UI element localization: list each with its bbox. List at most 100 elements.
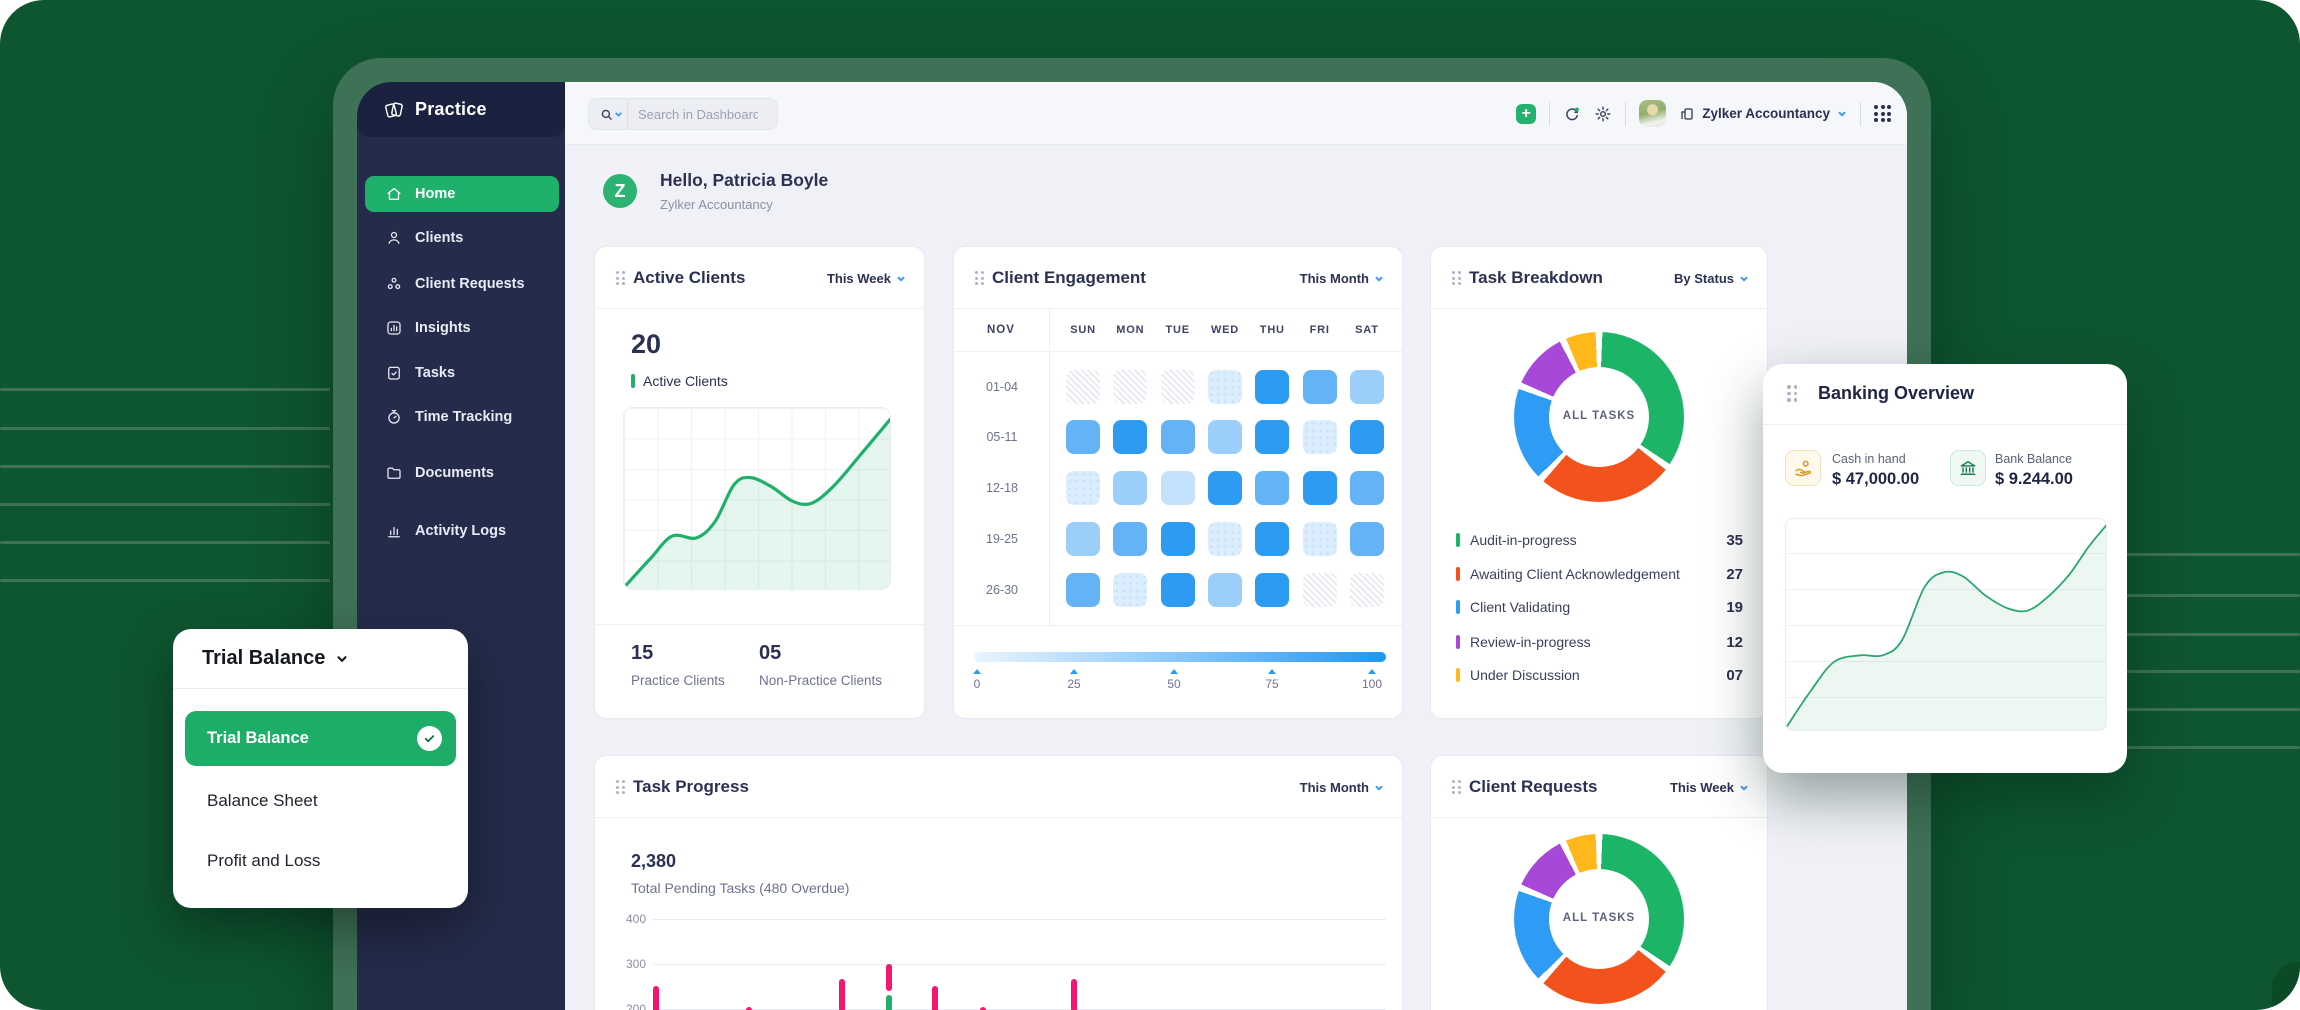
heatmap-cell[interactable] (1113, 573, 1147, 607)
heatmap-cell[interactable] (1350, 522, 1384, 556)
legend-marker (1456, 567, 1460, 581)
sidebar-item-home[interactable]: Home (365, 176, 559, 212)
sidebar-item-tasks[interactable]: Tasks (365, 355, 559, 391)
heatmap-cell[interactable] (1255, 573, 1289, 607)
bar-overdue (932, 986, 938, 1010)
report-dropdown: Trial Balance Trial Balance Balance Shee… (173, 629, 468, 908)
heatmap-cell[interactable] (1350, 420, 1384, 454)
heatmap-cell[interactable] (1303, 471, 1337, 505)
tablet-frame: Practice Home Clients Client Requests Insig… (333, 58, 1931, 1010)
sidebar-item-insights[interactable]: Insights (365, 310, 559, 346)
heatmap-cell[interactable] (1303, 370, 1337, 404)
sidebar-item-time-tracking[interactable]: Time Tracking (365, 399, 559, 435)
chevron-down-icon (1837, 109, 1847, 119)
drag-handle-icon[interactable] (1452, 271, 1461, 285)
heatmap-cell[interactable] (1255, 471, 1289, 505)
heatmap-cell[interactable] (1208, 471, 1242, 505)
org-switcher[interactable]: Zylker Accountancy (1679, 106, 1847, 122)
bar-overdue (839, 979, 845, 1010)
search-icon[interactable] (589, 107, 627, 122)
chevron-down-icon (335, 652, 349, 666)
heatmap-cell[interactable] (1208, 573, 1242, 607)
heatmap-cell[interactable] (1303, 573, 1337, 607)
active-clients-value: 20 (631, 329, 661, 360)
heatmap-cell[interactable] (1066, 573, 1100, 607)
legend-row: Under Discussion07 (1456, 662, 1743, 688)
heatmap-cell[interactable] (1066, 471, 1100, 505)
heatmap-cell[interactable] (1255, 370, 1289, 404)
dropdown-option-balance-sheet[interactable]: Balance Sheet (207, 791, 318, 811)
range-selector[interactable]: This Week (827, 271, 906, 286)
heatmap-cell[interactable] (1113, 522, 1147, 556)
heatmap-cell[interactable] (1161, 573, 1195, 607)
card-active-clients: Active Clients This Week 20 Active Clien… (594, 246, 925, 719)
heatmap-cell[interactable] (1350, 471, 1384, 505)
bank-balance-label: Bank Balance (1995, 452, 2072, 466)
heatmap-cell[interactable] (1255, 420, 1289, 454)
heatmap-cell[interactable] (1303, 522, 1337, 556)
drag-handle-icon[interactable] (1787, 385, 1797, 402)
range-selector[interactable]: This Week (1670, 780, 1749, 795)
report-dropdown-header[interactable]: Trial Balance (202, 647, 349, 670)
sidebar-item-clients[interactable]: Clients (365, 220, 559, 256)
sidebar-item-client-requests[interactable]: Client Requests (365, 266, 559, 302)
sync-icon[interactable] (1563, 105, 1581, 123)
apps-grid-icon[interactable] (1874, 105, 1891, 122)
heatmap-cell[interactable] (1113, 370, 1147, 404)
legend-row: Client Validating19 (1456, 594, 1743, 620)
greeting-subtitle: Zylker Accountancy (660, 197, 773, 212)
sidebar-item-label: Documents (415, 465, 494, 481)
banking-chart (1785, 518, 2107, 731)
add-button[interactable]: + (1516, 104, 1536, 124)
heatmap-cell[interactable] (1161, 522, 1195, 556)
range-value: By Status (1674, 271, 1734, 286)
range-selector[interactable]: This Month (1300, 780, 1384, 795)
drag-handle-icon[interactable] (616, 780, 625, 794)
heatmap-cell[interactable] (1350, 573, 1384, 607)
heatmap-cell[interactable] (1161, 471, 1195, 505)
user-avatar[interactable] (1639, 100, 1666, 127)
search-input[interactable] (638, 107, 758, 122)
cash-in-hand-value: $ 47,000.00 (1832, 470, 1919, 489)
card-header: Task Progress This Month (595, 756, 1402, 818)
dropdown-option-trial-balance[interactable]: Trial Balance (185, 711, 456, 766)
tick-marker-icon (1070, 669, 1078, 674)
heatmap-cell[interactable] (1303, 420, 1337, 454)
drag-handle-icon[interactable] (1452, 780, 1461, 794)
legend-label: Audit-in-progress (1470, 532, 1726, 548)
drag-handle-icon[interactable] (975, 271, 984, 285)
legend-value: 27 (1726, 566, 1743, 583)
card-client-engagement: Client Engagement This Month NOV SUNMONT… (953, 246, 1403, 719)
heatmap-cell[interactable] (1066, 522, 1100, 556)
card-header: Task Breakdown By Status (1431, 247, 1767, 309)
sidebar-item-activity-logs[interactable]: Activity Logs (365, 513, 559, 549)
heatmap-cell[interactable] (1208, 522, 1242, 556)
heatmap-cell[interactable] (1161, 420, 1195, 454)
search-box[interactable] (588, 98, 778, 130)
heatmap-cell[interactable] (1208, 420, 1242, 454)
heatmap-week-label: 05-11 (972, 430, 1032, 444)
heatmap-cell[interactable] (1208, 370, 1242, 404)
heatmap-cell[interactable] (1113, 471, 1147, 505)
heatmap-cell[interactable] (1161, 370, 1195, 404)
dropdown-option-profit-and-loss[interactable]: Profit and Loss (207, 851, 320, 871)
chevron-down-icon (1739, 274, 1749, 284)
drag-handle-icon[interactable] (616, 271, 625, 285)
nonpractice-clients-label: Non-Practice Clients (759, 673, 882, 688)
insights-icon (385, 319, 403, 337)
heatmap-cell[interactable] (1066, 370, 1100, 404)
heatmap-cell[interactable] (1113, 420, 1147, 454)
gear-icon[interactable] (1594, 105, 1612, 123)
decor-line (0, 465, 330, 468)
sidebar-item-documents[interactable]: Documents (365, 455, 559, 491)
heatmap-cell[interactable] (1350, 370, 1384, 404)
decor-line (0, 427, 330, 430)
heatmap-cell[interactable] (1066, 420, 1100, 454)
scale-tick: 0 (962, 669, 992, 691)
heatmap-cell[interactable] (1255, 522, 1289, 556)
app-title: Practice (415, 99, 487, 120)
pending-tasks-value: 2,380 (631, 851, 676, 872)
org-avatar: Z (597, 168, 643, 214)
range-selector[interactable]: By Status (1674, 271, 1749, 286)
range-selector[interactable]: This Month (1300, 271, 1384, 286)
